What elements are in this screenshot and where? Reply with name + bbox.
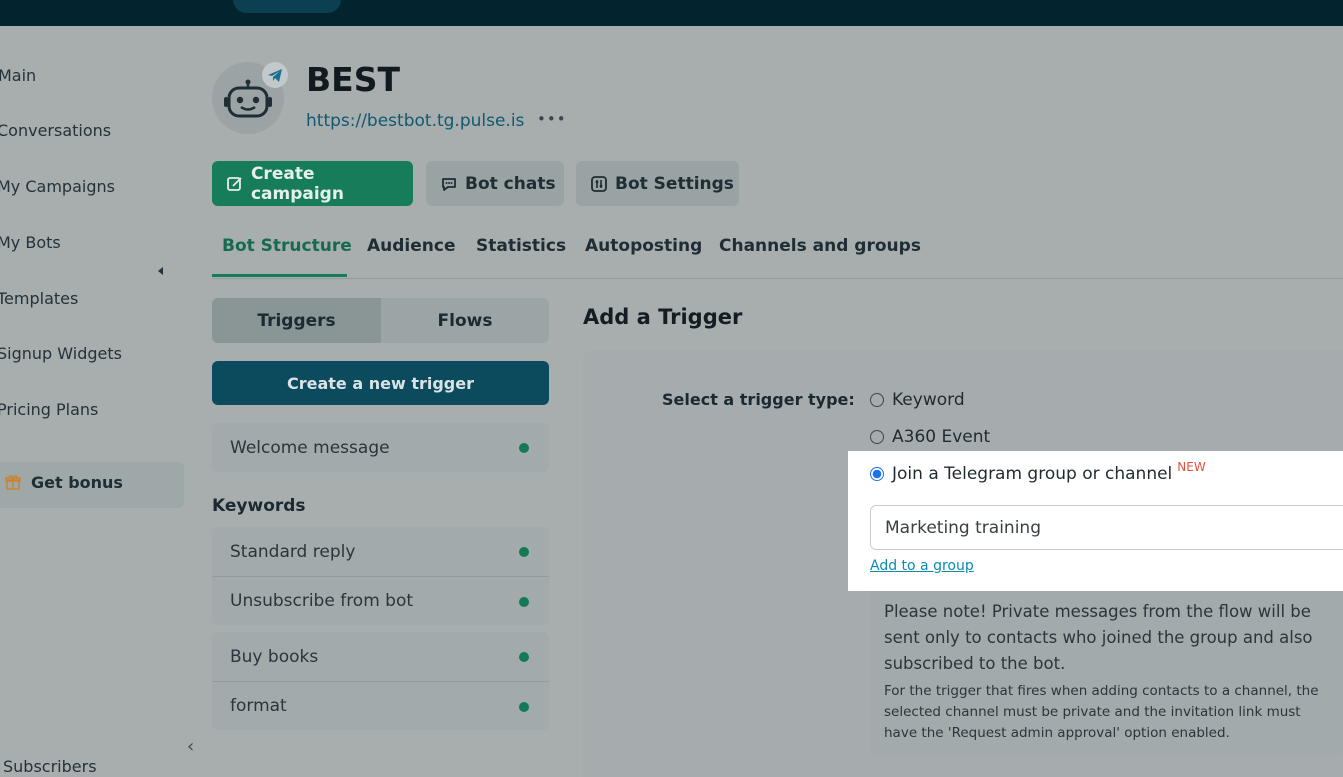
new-badge: NEW [1177, 460, 1206, 474]
radio-label: A360 Event [892, 427, 991, 447]
list-item-label: Welcome message [230, 437, 390, 458]
note-detail-text: For the trigger that fires when adding c… [884, 683, 1319, 741]
triggers-segment[interactable]: Triggers [212, 298, 381, 343]
more-options-icon[interactable]: ••• [537, 110, 567, 128]
flows-segment[interactable]: Flows [381, 298, 549, 343]
telegram-icon [268, 69, 282, 82]
sidebar-item-subscribers[interactable]: Subscribers [3, 757, 97, 776]
keyword-group-1: Standard reply Unsubscribe from bot [212, 527, 549, 625]
add-trigger-title: Add a Trigger [583, 305, 743, 329]
radio-button-checked[interactable] [870, 467, 884, 481]
bot-chats-label: Bot chats [465, 173, 556, 194]
active-tab-indicator [212, 274, 347, 277]
list-item[interactable]: Unsubscribe from bot [212, 576, 549, 625]
sidebar-item-signup-widgets[interactable]: Signup Widgets [0, 344, 122, 363]
bot-chats-button[interactable]: Bot chats [426, 161, 564, 206]
add-to-group-link[interactable]: Add to a group [870, 558, 974, 574]
bot-url-link[interactable]: https://bestbot.tg.pulse.is [306, 111, 524, 131]
list-item[interactable]: Standard reply [212, 527, 549, 576]
top-bar [0, 0, 1343, 26]
sidebar-item-conversations[interactable]: Conversations [0, 121, 111, 140]
top-bar-button[interactable] [233, 0, 341, 13]
create-new-trigger-button[interactable]: Create a new trigger [212, 361, 549, 405]
keyword-group-2: Buy books format [212, 632, 549, 730]
sidebar-item-pricing-plans[interactable]: Pricing Plans [0, 400, 98, 419]
triggers-flows-toggle: Triggers Flows [212, 298, 549, 343]
status-dot [519, 597, 529, 607]
trigger-type-label: Select a trigger type: [662, 390, 855, 409]
list-item-label: Unsubscribe from bot [230, 591, 414, 611]
list-item[interactable]: format [212, 681, 549, 730]
settings-icon [591, 175, 607, 192]
list-item-label: format [230, 696, 287, 716]
list-item-label: Standard reply [230, 541, 356, 562]
radio-keyword[interactable]: Keyword [870, 390, 965, 410]
sidebar: Main Conversations My Campaigns My Bots … [0, 26, 200, 777]
tab-bot-structure[interactable]: Bot Structure [222, 236, 352, 256]
note-main-text: Please note! Private messages from the f… [884, 602, 1313, 673]
sidebar-item-my-campaigns[interactable]: My Campaigns [0, 177, 115, 196]
radio-join-telegram-group[interactable]: Join a Telegram group or channel NEW [870, 460, 1206, 484]
status-dot [519, 652, 529, 662]
bot-settings-label: Bot Settings [615, 173, 734, 194]
get-bonus-label: Get bonus [31, 473, 123, 492]
radio-label: Keyword [892, 390, 965, 410]
radio-button[interactable] [870, 430, 884, 444]
telegram-badge [262, 62, 288, 88]
sidebar-item-my-bots[interactable]: My Bots [0, 233, 61, 252]
collapse-sidebar-icon[interactable]: ‹ [187, 736, 194, 757]
status-dot [519, 443, 529, 453]
status-dot [519, 702, 529, 712]
status-dot [519, 547, 529, 557]
radio-button[interactable] [870, 393, 884, 407]
group-select-value: Marketing training [885, 517, 1041, 538]
edit-icon [227, 176, 242, 191]
tab-statistics[interactable]: Statistics [476, 236, 566, 256]
tab-autoposting[interactable]: Autoposting [585, 236, 702, 256]
create-campaign-button[interactable]: Create campaign [212, 161, 413, 206]
radio-label: Join a Telegram group or channel [892, 464, 1173, 484]
radio-a360-event[interactable]: A360 Event [870, 427, 990, 447]
tab-audience[interactable]: Audience [367, 236, 456, 256]
info-note: Please note! Private messages from the f… [870, 591, 1343, 755]
tabs-divider [212, 278, 1343, 279]
sidebar-item-main[interactable]: Main [0, 66, 36, 85]
list-item-label: Buy books [230, 646, 319, 667]
list-item[interactable]: Buy books [212, 632, 549, 681]
sidebar-item-templates[interactable]: Templates [0, 289, 78, 308]
group-select-field[interactable]: Marketing training [870, 505, 1343, 550]
bot-name: BEST [306, 60, 400, 99]
tab-channels-and-groups[interactable]: Channels and groups [719, 236, 921, 256]
list-item[interactable]: Welcome message [212, 423, 549, 472]
create-campaign-label: Create campaign [250, 163, 344, 204]
welcome-card: Welcome message [212, 423, 549, 472]
gift-icon [5, 475, 21, 490]
keywords-heading: Keywords [212, 496, 306, 516]
caret-left-icon[interactable] [158, 267, 163, 275]
bot-settings-button[interactable]: Bot Settings [576, 161, 739, 206]
chat-icon [442, 177, 456, 191]
